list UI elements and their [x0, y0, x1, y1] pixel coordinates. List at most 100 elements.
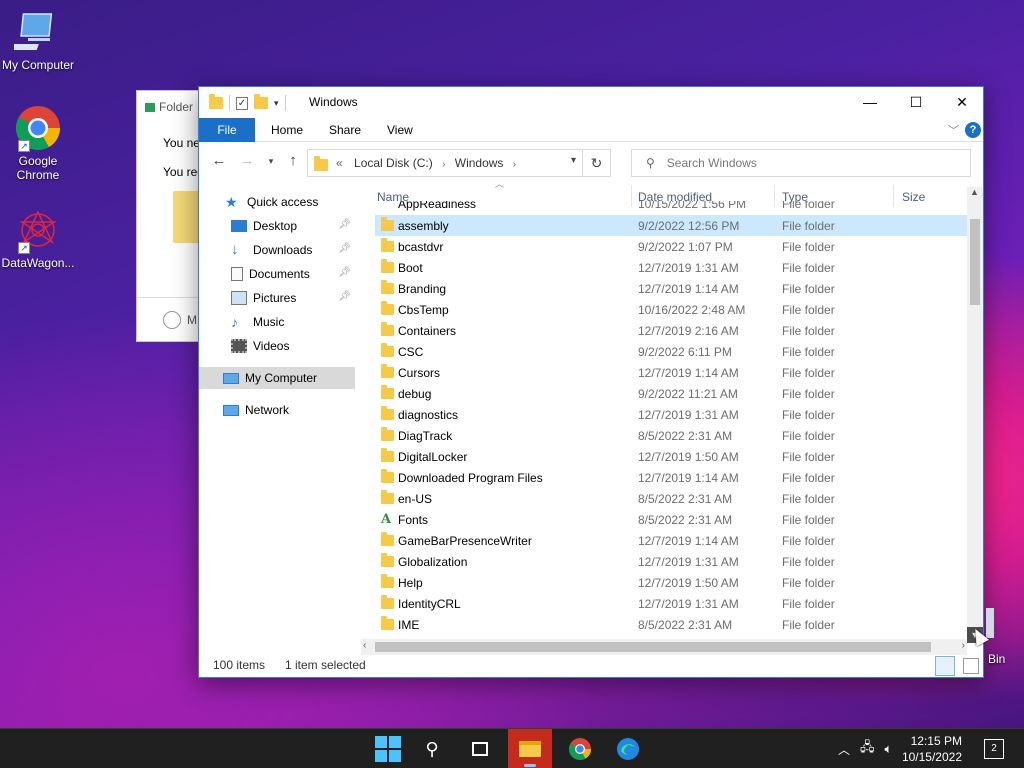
file-date: 12/7/2019 1:31 AM — [638, 408, 739, 422]
start-button[interactable] — [366, 729, 410, 768]
table-row[interactable]: en-US 8/5/2022 2:31 AM File folder — [375, 488, 969, 509]
nav-music[interactable]: ♪ Music — [199, 311, 355, 333]
address-bar[interactable]: « Local Disk (C:) › Windows › ▾ ↻ — [307, 149, 611, 177]
table-row[interactable]: bcastdvr 9/2/2022 1:07 PM File folder — [375, 236, 969, 257]
customize-toolbar-icon[interactable]: ▾ — [274, 98, 279, 109]
table-row[interactable]: Globalization 12/7/2019 1:31 AM File folde… — [375, 551, 969, 572]
scroll-thumb[interactable] — [970, 219, 980, 305]
table-row[interactable]: Branding 12/7/2019 1:14 AM File folder — [375, 278, 969, 299]
nav-videos[interactable]: Videos — [199, 335, 355, 357]
recent-locations-icon[interactable]: ▾ — [261, 151, 281, 171]
tab-file[interactable]: File — [199, 118, 255, 142]
nav-desktop[interactable]: Desktop 📌︎ — [199, 215, 355, 237]
minimize-button[interactable]: — — [847, 87, 893, 118]
breadcrumb-overflow[interactable]: « — [336, 156, 343, 170]
table-row[interactable]: Cursors 12/7/2019 1:14 AM File folder — [375, 362, 969, 383]
breadcrumb-windows[interactable]: Windows — [455, 156, 504, 170]
notification-icon[interactable]: 2 — [984, 739, 1004, 759]
desktop-icon-my-computer[interactable]: My Computer — [0, 8, 76, 72]
table-row[interactable]: assembly 9/2/2022 12:56 PM File folder — [375, 215, 969, 236]
taskbar-edge[interactable] — [606, 729, 650, 768]
file-name: Help — [398, 576, 423, 590]
scroll-right-icon[interactable]: › — [962, 640, 965, 651]
table-row[interactable]: IME 8/5/2022 2:31 AM File folder — [375, 614, 969, 635]
pin-icon[interactable]: 📌︎ — [338, 291, 351, 302]
table-row[interactable]: DiagTrack 8/5/2022 2:31 AM File folder — [375, 425, 969, 446]
forward-arrow-icon[interactable]: → — [237, 151, 257, 171]
tab-home[interactable]: Home — [259, 118, 315, 142]
desktop-icon-chrome[interactable]: ↗ Google Chrome — [0, 104, 76, 182]
table-row[interactable]: CSC 9/2/2022 6:11 PM File folder — [375, 341, 969, 362]
chevron-right-icon[interactable]: › — [513, 159, 516, 170]
search-button[interactable]: ⚲ — [410, 729, 454, 768]
vertical-scrollbar[interactable]: ▲ ▼ — [967, 187, 983, 643]
desktop-icon-datawagon[interactable]: ↗ DataWagon... — [0, 206, 76, 270]
task-view-button[interactable] — [458, 729, 502, 768]
tab-view[interactable]: View — [375, 118, 425, 142]
chevron-down-icon[interactable]: ▾ — [571, 155, 576, 166]
close-button[interactable]: ✕ — [939, 87, 985, 118]
network-icon[interactable]: 🖧︎ — [860, 738, 875, 760]
up-arrow-icon[interactable]: ↑ — [283, 151, 303, 171]
file-date: 9/2/2022 6:11 PM — [638, 345, 732, 359]
back-arrow-icon[interactable]: ← — [209, 151, 229, 171]
table-row[interactable]: debug 9/2/2022 11:21 AM File folder — [375, 383, 969, 404]
pin-icon[interactable]: 📌︎ — [338, 267, 351, 278]
dialog-text-1: You ne — [163, 136, 200, 150]
table-row[interactable]: AppReadiness 10/15/2022 1:56 PM File fol… — [375, 201, 969, 215]
help-icon[interactable]: ? — [965, 122, 981, 138]
nav-my-computer[interactable]: My Computer — [199, 367, 355, 389]
table-row[interactable]: Boot 12/7/2019 1:31 AM File folder — [375, 257, 969, 278]
table-row[interactable]: GameBarPresenceWriter 12/7/2019 1:14 AM Fi… — [375, 530, 969, 551]
volume-icon[interactable]: 🔈︎ — [885, 741, 893, 757]
expand-ribbon-icon[interactable]: ﹀ — [948, 122, 959, 138]
nav-pictures[interactable]: Pictures 📌︎ — [199, 287, 355, 309]
large-icons-view-icon[interactable] — [963, 658, 979, 674]
ribbon-tabs: File Home Share View ﹀ ? — [199, 118, 983, 142]
properties-check-icon[interactable]: ✓ — [236, 96, 248, 110]
file-type: File folder — [782, 366, 835, 380]
chevron-right-icon[interactable]: › — [442, 159, 445, 170]
breadcrumb-local-disk[interactable]: Local Disk (C:) — [354, 156, 433, 170]
file-date: 12/7/2019 1:14 AM — [638, 366, 739, 380]
datawagon-icon: ↗ — [14, 206, 62, 254]
file-name: bcastdvr — [398, 240, 444, 254]
details-view-icon[interactable] — [935, 656, 955, 676]
file-name: CbsTemp — [398, 303, 449, 317]
table-row[interactable]: Containers 12/7/2019 2:16 AM File folder — [375, 320, 969, 341]
file-explorer-window[interactable]: ✓ ▾ Windows — ☐ ✕ File Home Share View ﹀… — [198, 86, 984, 678]
chevron-up-icon[interactable]: ︿ — [838, 741, 850, 758]
horizontal-scrollbar[interactable]: ‹ › — [361, 639, 967, 655]
scroll-up-icon[interactable]: ▲ — [970, 187, 979, 197]
nav-quick-access[interactable]: ★ Quick access — [199, 191, 355, 213]
tab-share[interactable]: Share — [317, 118, 373, 142]
computer-icon — [223, 372, 239, 384]
pin-icon[interactable]: 📌︎ — [338, 219, 351, 230]
nav-documents[interactable]: Documents 📌︎ — [199, 263, 355, 285]
table-row[interactable]: Downloaded Program Files 12/7/2019 1:14 A… — [375, 467, 969, 488]
file-name: IdentityCRL — [398, 597, 461, 611]
nav-network[interactable]: Network — [199, 399, 355, 421]
table-row[interactable]: A Fonts 8/5/2022 2:31 AM File folder — [375, 509, 969, 530]
new-folder-icon[interactable] — [254, 94, 268, 109]
maximize-button[interactable]: ☐ — [893, 87, 939, 118]
table-row[interactable]: DigitalLocker 12/7/2019 1:50 AM File folde… — [375, 446, 969, 467]
clock[interactable]: 12:15 PM 10/15/2022 — [902, 733, 962, 765]
refresh-icon[interactable]: ↻ — [582, 150, 610, 176]
scroll-thumb[interactable] — [375, 642, 931, 652]
table-row[interactable]: diagnostics 12/7/2019 1:31 AM File folder — [375, 404, 969, 425]
table-row[interactable]: Help 12/7/2019 1:50 AM File folder — [375, 572, 969, 593]
taskbar-file-explorer[interactable] — [508, 729, 552, 768]
folder-icon — [381, 322, 394, 339]
table-row[interactable]: IdentityCRL 12/7/2019 1:31 AM File folder — [375, 593, 969, 614]
chevron-circle-icon[interactable] — [163, 311, 181, 329]
scroll-left-icon[interactable]: ‹ — [363, 640, 366, 651]
nav-downloads[interactable]: ↓ Downloads 📌︎ — [199, 239, 355, 261]
table-row[interactable]: CbsTemp 10/16/2022 2:48 AM File folder — [375, 299, 969, 320]
title-bar[interactable]: ✓ ▾ Windows — ☐ ✕ — [199, 87, 983, 118]
desktop-icon-recycle-bin[interactable]: Bin — [986, 608, 1024, 670]
pin-icon[interactable]: 📌︎ — [338, 243, 351, 254]
taskbar-chrome[interactable] — [558, 729, 602, 768]
search-input[interactable]: ⚲ Search Windows — [631, 149, 971, 177]
network-icon — [223, 404, 239, 416]
